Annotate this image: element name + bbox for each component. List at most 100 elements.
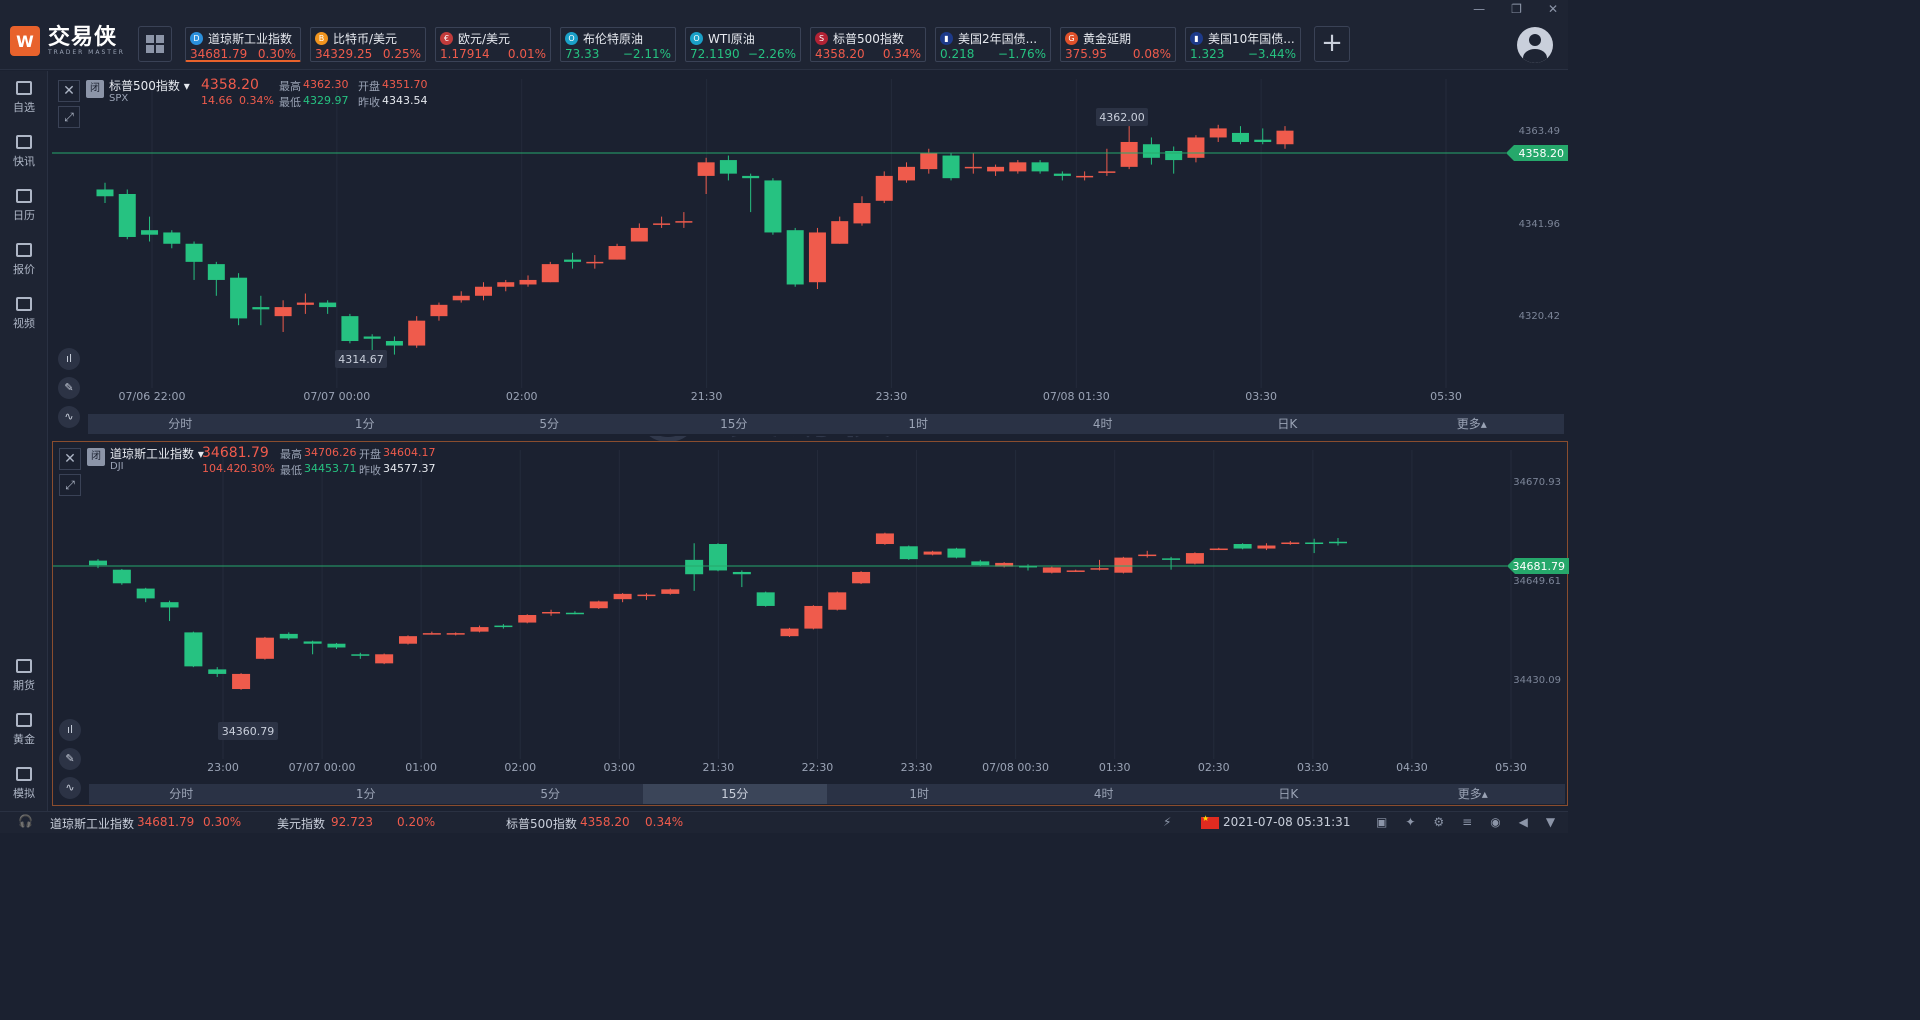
ticker-name: 标普500指数 [833, 32, 904, 46]
add-ticker-button[interactable]: + [1314, 26, 1350, 62]
candle-body [1254, 139, 1272, 142]
indicator-icon[interactable]: ıl [58, 348, 80, 370]
candle-body [586, 261, 604, 264]
expand-icon[interactable]: ⤢ [59, 474, 81, 496]
ticker-item[interactable]: S 标普500指数 4358.20 0.34% [810, 27, 926, 62]
trend-icon[interactable]: ∿ [59, 777, 81, 799]
timeframe-tab[interactable]: 15分 [642, 784, 827, 804]
candle-body [589, 601, 608, 609]
status-item-name[interactable]: 道琼斯工业指数 [50, 815, 134, 832]
candle-body [1090, 568, 1109, 570]
timeframe-tab[interactable]: 更多▴ [1381, 784, 1566, 804]
sidebar-item[interactable]: 报价 [0, 243, 48, 277]
timeframe-tab[interactable]: 4时 [1011, 414, 1196, 434]
sidebar-item[interactable]: 自选 [0, 81, 48, 115]
ticker-item[interactable]: O WTI原油 72.1190 −2.26% [685, 27, 801, 62]
avatar[interactable] [1517, 27, 1553, 63]
indicator-icon[interactable]: ıl [59, 719, 81, 741]
open-label: 开盘 [359, 448, 381, 461]
timeframe-tab[interactable]: 1分 [274, 784, 459, 804]
ticker-item[interactable]: B 比特币/美元 34329.25 0.25% [310, 27, 426, 62]
close-panel-button[interactable]: ✕ [59, 448, 81, 470]
ticker-item[interactable]: G 黄金延期 375.95 0.08% [1060, 27, 1176, 62]
ticker-item[interactable]: D 道琼斯工业指数 34681.79 0.30% [185, 27, 301, 62]
trend-icon[interactable]: ∿ [58, 406, 80, 428]
ticker-price: 1.323 [1190, 47, 1225, 61]
timeframe-tab[interactable]: 分时 [89, 784, 274, 804]
sidebar: 自选快讯日历报价视频期货黄金模拟 [0, 71, 48, 811]
timeframe-bar: 分时 1分 5分 15分 1时 4时 日K 更多▴ [89, 784, 1565, 804]
candle-body [1329, 541, 1347, 544]
timeframe-tab[interactable]: 更多▴ [1380, 414, 1565, 434]
wifi-icon[interactable]: ⚡ [1163, 815, 1171, 829]
logo-icon: W [10, 26, 40, 56]
candle-body [987, 166, 1005, 172]
candle-body [1276, 130, 1294, 145]
quote-icon [16, 243, 32, 257]
candle-body [1042, 567, 1061, 573]
ticker-name: WTI原油 [708, 32, 755, 46]
drawing-tools: ıl ✎ ∿ [58, 348, 80, 435]
candle-body [399, 636, 417, 644]
expand-icon[interactable]: ⤢ [58, 106, 80, 128]
candle-body [255, 637, 274, 659]
candlestick-chart[interactable]: 07/06 22:00 07/07 00:00 02:00 21:30 23:30 07/… [52, 74, 1568, 436]
candle-body [118, 194, 136, 237]
timeframe-tab[interactable]: 1分 [273, 414, 458, 434]
sidebar-item[interactable]: 模拟 [0, 767, 48, 801]
status-item-change: 0.30% [203, 815, 242, 829]
sidebar-item[interactable]: 黄金 [0, 713, 48, 747]
timeframe-tab[interactable]: 1时 [826, 414, 1011, 434]
ticker-item[interactable]: ▮ 美国10年国债... 1.323 −3.44% [1185, 27, 1301, 62]
timeframe-tab[interactable]: 4时 [1012, 784, 1197, 804]
chart-panel-dji: 23:00 07/07 00:00 01:00 02:00 03:00 21:30 22:3… [52, 441, 1569, 807]
timeframe-tab[interactable]: 1时 [827, 784, 1012, 804]
timeframe-tab[interactable]: 15分 [642, 414, 827, 434]
ticker-item[interactable]: € 欧元/美元 1.17914 0.01% [435, 27, 551, 62]
candle-body [141, 230, 159, 235]
timeframe-tab[interactable]: 5分 [458, 784, 643, 804]
status-item-name[interactable]: 标普500指数 [506, 815, 577, 832]
sidebar-item[interactable]: 日历 [0, 189, 48, 223]
ticker-change: −1.76% [997, 47, 1046, 61]
x-tick-label: 07/08 00:30 [982, 761, 1049, 774]
candle-body [732, 571, 751, 575]
ticker-item[interactable]: O 布伦特原油 73.33 −2.11% [560, 27, 676, 62]
candlestick-chart[interactable]: 23:00 07/07 00:00 01:00 02:00 03:00 21:30 22:3… [53, 442, 1569, 807]
pencil-icon[interactable]: ✎ [58, 377, 80, 399]
sidebar-item[interactable]: 快讯 [0, 135, 48, 169]
candle-body [375, 654, 394, 664]
close-panel-button[interactable]: ✕ [58, 80, 80, 102]
open-label: 开盘 [358, 80, 380, 93]
candle-body [1257, 545, 1276, 549]
minimize-icon[interactable]: — [1473, 2, 1485, 16]
timeframe-bar: 分时 1分 5分 15分 1时 4时 日K 更多▴ [88, 414, 1564, 434]
y-tick-label: 34670.93 [1513, 477, 1561, 488]
close-window-icon[interactable]: ✕ [1548, 2, 1558, 16]
timeframe-tab[interactable]: 日K [1195, 414, 1380, 434]
candle-body [756, 592, 775, 606]
symbol-selector[interactable]: 道琼斯工业指数 ▾ [110, 445, 204, 462]
x-tick-label: 07/06 22:00 [119, 390, 186, 403]
status-item-name[interactable]: 美元指数 [277, 815, 325, 832]
timeframe-tab[interactable]: 分时 [88, 414, 273, 434]
pencil-icon[interactable]: ✎ [59, 748, 81, 770]
status-item-price: 4358.20 [580, 815, 630, 829]
sidebar-item[interactable]: 期货 [0, 659, 48, 693]
min-price-tag: 34360.79 [222, 725, 275, 738]
candle-body [831, 221, 849, 244]
ticker-price: 1.17914 [440, 47, 490, 61]
ticker-item[interactable]: ▮ 美国2年国债... 0.218 −1.76% [935, 27, 1051, 62]
symbol-selector[interactable]: 标普500指数 ▾ [109, 77, 190, 94]
ticker-price: 4358.20 [815, 47, 865, 61]
sidebar-item[interactable]: 视频 [0, 297, 48, 331]
price-change: 14.66 [201, 94, 233, 107]
timeframe-tab[interactable]: 5分 [457, 414, 642, 434]
calendar-icon [16, 189, 32, 203]
status-toolbar-icons[interactable]: ▣✦⚙≡◉◀▼ [1376, 815, 1573, 829]
layout-grid-button[interactable] [138, 26, 172, 62]
restore-icon[interactable]: ❐ [1511, 2, 1522, 16]
headset-icon[interactable]: 🎧 [18, 814, 33, 828]
max-price-tag: 4362.00 [1099, 111, 1145, 124]
timeframe-tab[interactable]: 日K [1196, 784, 1381, 804]
